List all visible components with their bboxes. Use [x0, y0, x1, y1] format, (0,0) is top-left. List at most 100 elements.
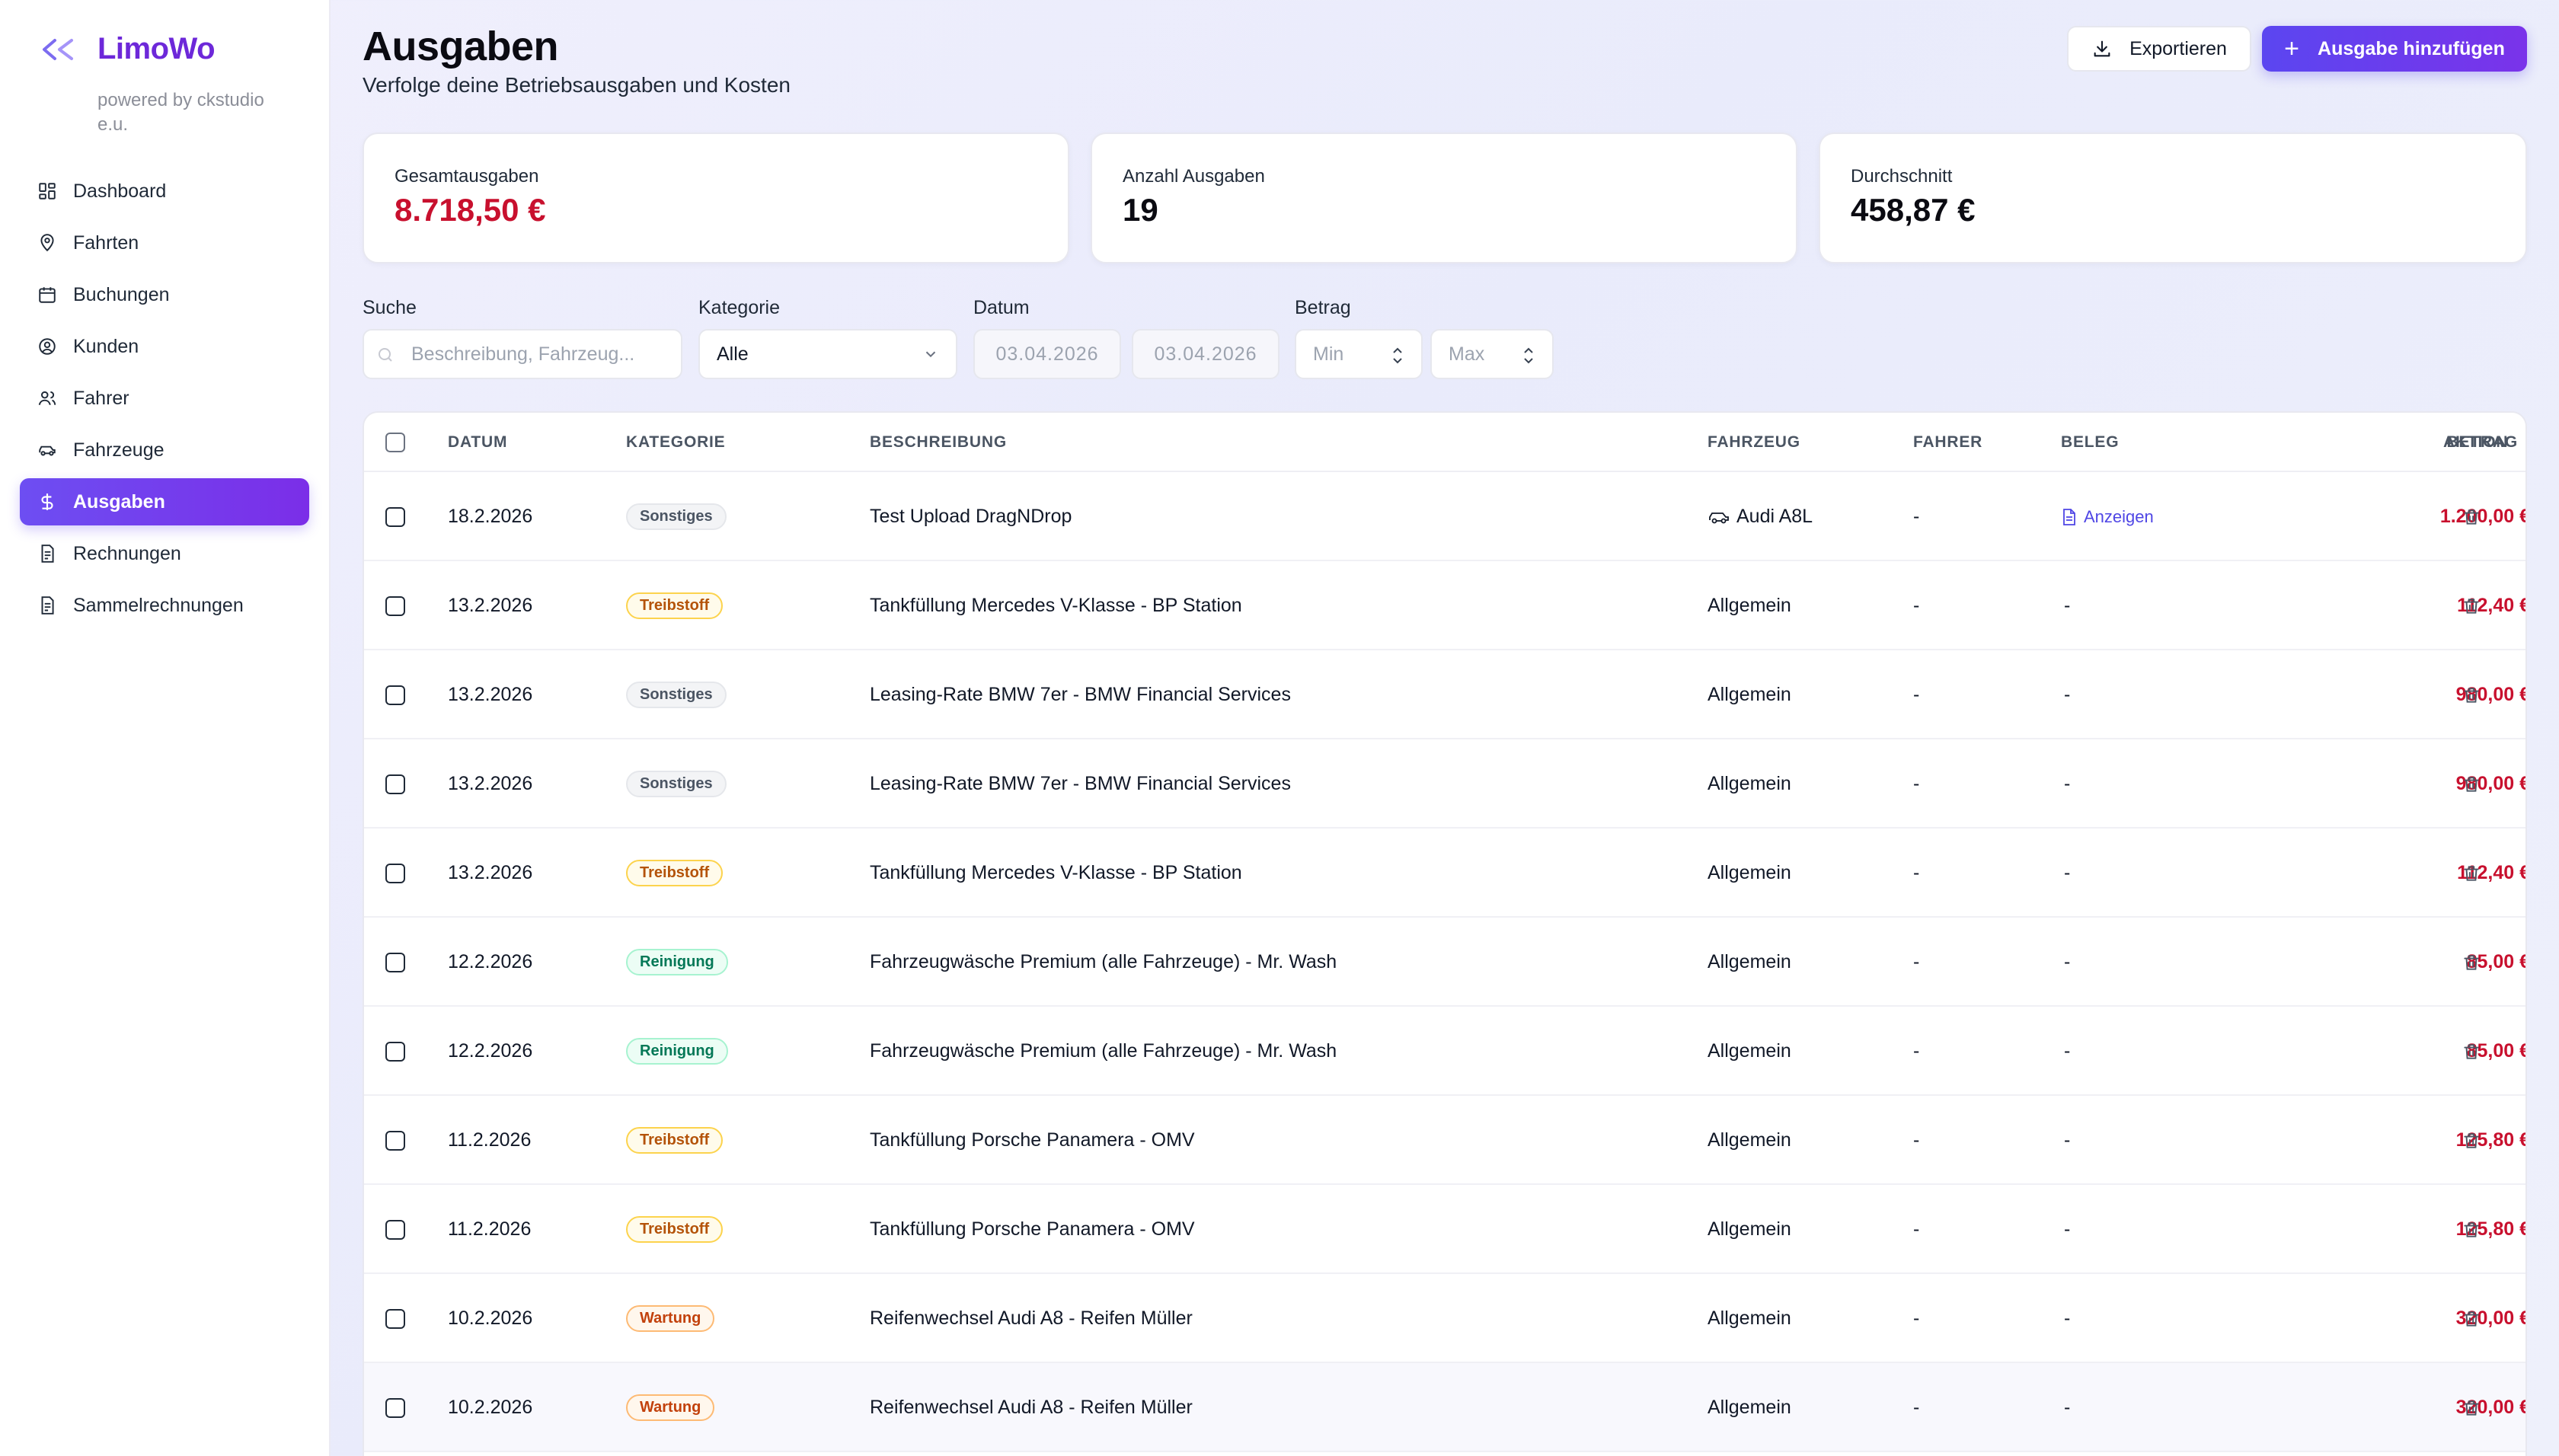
trash-icon[interactable]	[2462, 1220, 2481, 1240]
page-title: Ausgaben	[363, 24, 559, 69]
sidebar-item-buchungen[interactable]: Buchungen	[20, 271, 309, 318]
trash-icon[interactable]	[2462, 507, 2481, 527]
stepper-icon[interactable]	[1389, 344, 1406, 367]
delete-cell	[2462, 650, 2481, 739]
select-all-checkbox[interactable]	[385, 433, 405, 452]
trash-icon[interactable]	[2462, 596, 2481, 616]
category-cell: Treibstoff	[626, 561, 724, 650]
amount-cell: 112,40 €	[2314, 829, 2525, 918]
table-row[interactable]: 13.2.2026 Treibstoff Tankfüllung Mercedes …	[364, 829, 2525, 918]
sidebar-item-dashboard[interactable]: Dashboard	[20, 168, 309, 215]
delete-cell	[2462, 1185, 2481, 1274]
trash-icon[interactable]	[2462, 774, 2481, 794]
sidebar-item-kunden[interactable]: Kunden	[20, 323, 309, 370]
search-input[interactable]: Beschreibung, Fahrzeug...	[363, 329, 682, 379]
vehicle-label: Allgemein	[1708, 684, 1791, 705]
category-badge: Sonstiges	[626, 771, 727, 797]
table-row[interactable]: 10.2.2026 Wartung Reifenwechsel Audi A8 - …	[364, 1274, 2525, 1363]
stepper-icon[interactable]	[1520, 344, 1537, 367]
receipt-cell: -	[2064, 1218, 2071, 1240]
trash-icon[interactable]	[2462, 685, 2481, 705]
trash-icon[interactable]	[2462, 1309, 2481, 1329]
vehicle-label: Allgemein	[1708, 595, 1791, 616]
add-expense-label: Ausgabe hinzufügen	[2318, 37, 2505, 59]
row-checkbox[interactable]	[385, 1397, 405, 1418]
view-receipt-link[interactable]: Anzeigen	[2061, 472, 2154, 561]
sidebar-item-label: Kunden	[73, 335, 139, 357]
sidebar-item-ausgaben[interactable]: Ausgaben	[20, 478, 309, 525]
date-from-input[interactable]: 03.04.2026	[973, 329, 1121, 379]
amount-cell: 1.200,00 €	[2314, 472, 2525, 561]
vehicle-cell: Allgemein	[1708, 1185, 1791, 1274]
sidebar-item-fahrten[interactable]: Fahrten	[20, 219, 309, 267]
driver-cell: -	[1913, 1397, 1920, 1418]
trash-icon[interactable]	[2462, 953, 2481, 972]
stat-card-average: Durchschnitt 458,87 €	[1819, 133, 2527, 263]
category-cell: Wartung	[626, 1363, 715, 1452]
row-checkbox[interactable]	[385, 863, 405, 883]
invoice-icon	[37, 543, 58, 564]
row-checkbox[interactable]	[385, 1041, 405, 1062]
row-checkbox[interactable]	[385, 506, 405, 527]
receipt-cell: -	[2064, 1397, 2071, 1418]
table-row[interactable]: 12.2.2026 Reinigung Fahrzeugwäsche Premium…	[364, 918, 2525, 1007]
table-row[interactable]: 13.2.2026 Treibstoff Tankfüllung Mercedes …	[364, 561, 2525, 650]
row-checkbox[interactable]	[385, 1219, 405, 1240]
row-checkbox[interactable]	[385, 595, 405, 616]
sidebar-item-fahrzeuge[interactable]: Fahrzeuge	[20, 426, 309, 474]
sidebar-item-rechnungen[interactable]: Rechnungen	[20, 530, 309, 577]
column-header-receipt[interactable]: BELEG	[2061, 413, 2119, 472]
delete-cell	[2462, 829, 2481, 918]
delete-cell	[2462, 1363, 2481, 1452]
table-row[interactable]: 18.2.2026 Sonstiges Test Upload DragNDrop A…	[364, 472, 2525, 561]
column-header-driver[interactable]: FAHRER	[1913, 413, 1982, 472]
driver-cell: -	[1913, 595, 1920, 616]
column-header-description[interactable]: BESCHREIBUNG	[870, 413, 1007, 472]
add-expense-button[interactable]: + Ausgabe hinzufügen	[2262, 26, 2527, 72]
column-header-date[interactable]: DATUM	[448, 413, 507, 472]
table-row[interactable]: 13.2.2026 Sonstiges Leasing-Rate BMW 7er -…	[364, 650, 2525, 739]
column-header-vehicle[interactable]: FAHRZEUG	[1708, 413, 1800, 472]
category-badge: Treibstoff	[626, 1127, 724, 1154]
trash-icon[interactable]	[2462, 1042, 2481, 1062]
trash-icon[interactable]	[2462, 1398, 2481, 1418]
sidebar-item-label: Fahrten	[73, 231, 139, 254]
category-badge: Wartung	[626, 1394, 715, 1421]
table-row[interactable]: 11.2.2026 Treibstoff Tankfüllung Porsche P…	[364, 1185, 2525, 1274]
export-button[interactable]: Exportieren	[2067, 26, 2251, 72]
category-select[interactable]: Alle	[698, 329, 957, 379]
row-checkbox[interactable]	[385, 685, 405, 705]
trash-icon[interactable]	[2462, 1131, 2481, 1151]
row-checkbox[interactable]	[385, 1130, 405, 1151]
brand[interactable]: LimoWo	[38, 32, 216, 66]
date-to-input[interactable]: 03.04.2026	[1132, 329, 1280, 379]
amount-min-input[interactable]: Min	[1295, 329, 1423, 379]
driver-cell: -	[1913, 1040, 1920, 1062]
date-cell: 12.2.2026	[448, 951, 533, 972]
table-row[interactable]: 11.2.2026 Treibstoff Tankfüllung Porsche P…	[364, 1096, 2525, 1185]
stat-value: 19	[1123, 192, 1158, 228]
amount-cell: 320,00 €	[2314, 1363, 2525, 1452]
row-checkbox-cell	[385, 561, 405, 650]
calendar-icon	[37, 284, 58, 305]
trash-icon[interactable]	[2462, 864, 2481, 883]
delete-cell	[2462, 1007, 2481, 1096]
row-checkbox[interactable]	[385, 774, 405, 794]
column-header-category[interactable]: KATEGORIE	[626, 413, 725, 472]
row-checkbox[interactable]	[385, 1308, 405, 1329]
table-row[interactable]: 13.2.2026 Sonstiges Leasing-Rate BMW 7er -…	[364, 739, 2525, 829]
description-cell: Tankfüllung Porsche Panamera - OMV	[870, 1218, 1195, 1240]
sidebar-item-fahrer[interactable]: Fahrer	[20, 375, 309, 422]
vehicle-label: Audi A8L	[1736, 506, 1813, 527]
vehicle-label: Allgemein	[1708, 773, 1791, 794]
row-checkbox[interactable]	[385, 952, 405, 972]
table-row[interactable]: 10.2.2026 Wartung Reifenwechsel Audi A8 - …	[364, 1363, 2525, 1452]
amount-max-input[interactable]: Max	[1430, 329, 1554, 379]
table-row[interactable]: 12.2.2026 Reinigung Fahrzeugwäsche Premium…	[364, 1007, 2525, 1096]
category-cell: Treibstoff	[626, 1185, 724, 1274]
sidebar-item-sammelrechnungen[interactable]: Sammelrechnungen	[20, 582, 309, 629]
category-cell: Wartung	[626, 1274, 715, 1363]
row-checkbox-cell	[385, 1363, 405, 1452]
receipt-cell: -	[2064, 684, 2071, 705]
description-cell: Tankfüllung Porsche Panamera - OMV	[870, 1129, 1195, 1151]
